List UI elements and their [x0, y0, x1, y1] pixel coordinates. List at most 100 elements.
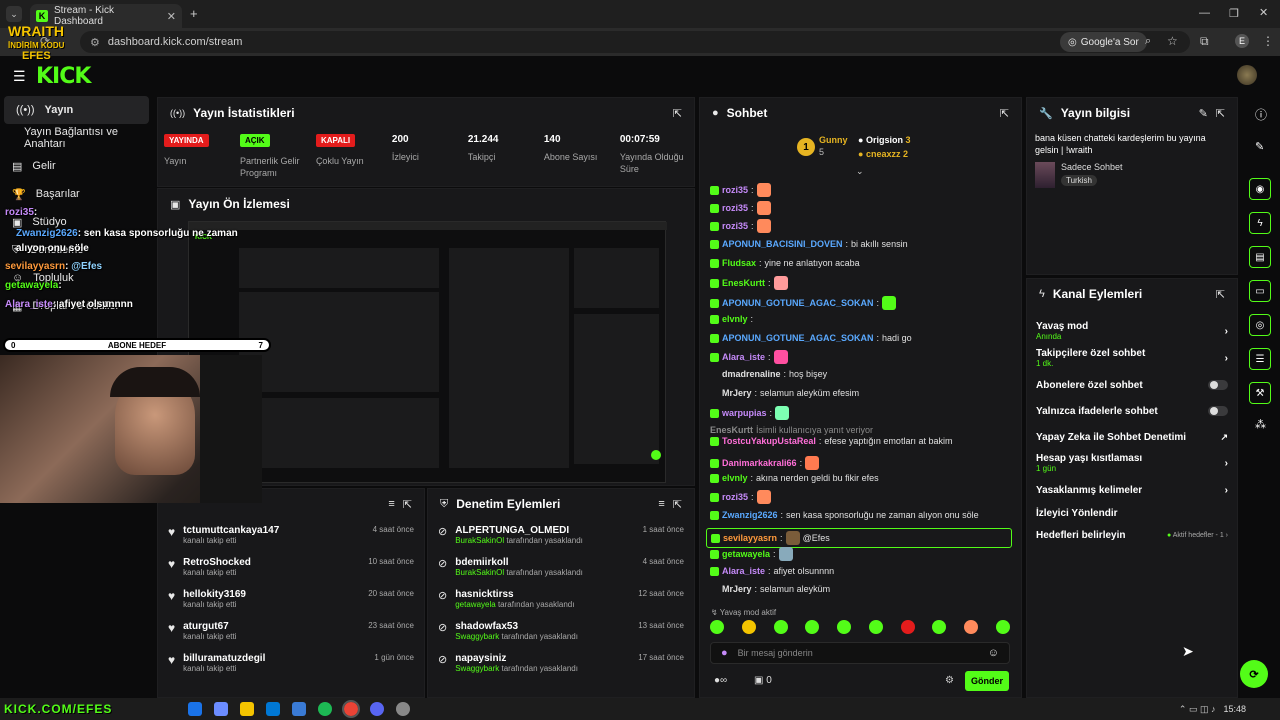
microphone-icon[interactable]: ● [721, 647, 728, 659]
bolt-icon[interactable]: ϟ [1249, 212, 1271, 234]
pencil-icon[interactable]: ✎ [1255, 140, 1264, 153]
goals-item[interactable]: Hedefleri belirleyin ● Aktif hedefler - … [1026, 528, 1238, 542]
chat-username[interactable]: Zwanzig2626 [722, 510, 778, 520]
browser-menu-icon[interactable]: ⋮ [1262, 34, 1274, 48]
chat-icon[interactable]: ▭ [1249, 280, 1271, 302]
file-explorer-icon[interactable] [240, 702, 255, 716]
top-gifter-second[interactable]: ● Origsion 3 [858, 135, 910, 145]
profile-avatar[interactable]: E [1235, 34, 1249, 48]
raid-item[interactable]: İzleyici Yönlendir [1026, 506, 1238, 520]
filter-icon[interactable]: ≡ [658, 498, 664, 510]
chrome-icon[interactable] [342, 700, 361, 718]
chat-username[interactable]: elvnly [722, 314, 748, 324]
user-avatar[interactable] [1237, 65, 1257, 85]
emote-icon[interactable] [778, 547, 793, 561]
emote-icon[interactable] [900, 620, 915, 634]
zoom-icon[interactable]: ⌕ [1145, 35, 1151, 48]
chat-username[interactable]: dmadrenaline [722, 369, 781, 379]
site-info-icon[interactable]: ⚙ [90, 36, 100, 49]
emote-icon[interactable] [741, 620, 756, 634]
follower-name[interactable]: billuramatuzdegil [183, 653, 265, 664]
new-tab-icon[interactable]: + [190, 6, 198, 21]
chat-username[interactable]: TostcuYakupUstaReal [722, 436, 816, 446]
edit-icon[interactable]: ✎ [1199, 107, 1208, 120]
filter-icon[interactable]: ≡ [388, 498, 394, 510]
outlook-icon[interactable] [266, 702, 281, 716]
banned-words-item[interactable]: Yasaklanmış kelimeler › [1026, 483, 1238, 497]
chat-username[interactable]: Fludsax [722, 258, 756, 268]
emote-icon[interactable] [882, 296, 897, 310]
popout-icon[interactable]: ⇱ [403, 498, 412, 511]
chat-username[interactable]: rozi35 [722, 185, 748, 195]
category-name[interactable]: Sadece Sohbet [1061, 162, 1123, 172]
popout-icon[interactable]: ⇱ [673, 107, 682, 120]
expand-chevron-icon[interactable]: ⌄ [856, 166, 864, 177]
settings-app-icon[interactable] [396, 702, 411, 716]
chat-username[interactable]: APONUN_BACISINI_DOVEN [722, 239, 843, 249]
emote-icon[interactable] [773, 350, 788, 364]
store-icon[interactable] [292, 702, 307, 716]
sidebar-item-yayin[interactable]: ((•)) Yayın [4, 96, 149, 124]
emote-icon[interactable] [756, 201, 771, 215]
subs-only-toggle[interactable] [1208, 380, 1228, 390]
chat-username[interactable]: MrJery [722, 388, 752, 398]
chat-settings-icon[interactable]: ⚙ [945, 675, 954, 686]
language-tag[interactable]: Turkish [1061, 175, 1097, 186]
tab-close-icon[interactable]: ✕ [167, 10, 176, 23]
emote-icon[interactable] [805, 456, 820, 470]
restore-icon[interactable]: ❐ [1229, 7, 1239, 20]
popout-icon[interactable]: ⇱ [673, 498, 682, 511]
sidebar-item-basarilar[interactable]: 🏆 Başarılar [0, 180, 155, 208]
follower-name[interactable]: aturgut67 [183, 621, 236, 632]
emote-icon[interactable] [868, 620, 883, 634]
emote-icon[interactable] [837, 620, 852, 634]
chat-username[interactable]: Alara_iste [722, 352, 765, 362]
top-gifter-first[interactable]: Gunny [819, 135, 848, 145]
broadcast-icon[interactable]: ◎ [1249, 314, 1271, 336]
chat-username[interactable]: rozi35 [722, 221, 748, 231]
emote-icon[interactable] [710, 620, 724, 634]
chat-username[interactable]: EnesKurtt [710, 425, 753, 435]
banned-user[interactable]: ALPERTUNGA_OLMEDI [455, 525, 583, 536]
emote-only-toggle[interactable] [1208, 406, 1228, 416]
chat-username[interactable]: rozi35 [722, 492, 748, 502]
emote-icon[interactable] [756, 219, 771, 233]
extensions-icon[interactable]: ⧉ [1200, 34, 1209, 49]
spotify-icon[interactable] [318, 702, 333, 716]
popout-icon[interactable]: ⇱ [1216, 107, 1225, 120]
moderator-name[interactable]: BurakSakinOl [455, 536, 504, 545]
discord-icon[interactable] [370, 702, 385, 716]
top-gifter-third[interactable]: ● cneaxzz 2 [858, 149, 908, 159]
google-ask-button[interactable]: ◎ Google'a Sor [1060, 32, 1147, 52]
chat-users-icon[interactable]: ●∞ [714, 675, 727, 686]
emote-icon[interactable] [756, 490, 771, 504]
info-icon[interactable]: ⓘ [1255, 106, 1267, 123]
follower-name[interactable]: RetroShocked [183, 557, 251, 568]
chat-input[interactable]: ● Bir mesaj gönderin ☺ [710, 642, 1010, 664]
url-field[interactable]: ⚙ dashboard.kick.com/stream [80, 31, 1190, 53]
chat-username[interactable]: EnesKurtt [722, 278, 765, 288]
banned-user[interactable]: hasnicktirss [455, 589, 574, 600]
tab-search-icon[interactable]: ⌄ [6, 6, 22, 22]
moderator-name[interactable]: Swaggybark [455, 632, 499, 641]
ai-moderation-item[interactable]: Yapay Zeka ile Sohbet Denetimi ↗ [1026, 430, 1238, 444]
sidebar-item-stream-key[interactable]: Yayın Bağlantısı ve Anahtarı [0, 124, 155, 152]
chat-username[interactable]: warpupias [722, 408, 767, 418]
chat-username[interactable]: rozi35 [722, 203, 748, 213]
followers-only-item[interactable]: Takipçilere özel sohbet 1 dk. › [1026, 347, 1238, 369]
chat-points[interactable]: ▣ 0 [754, 675, 772, 686]
chat-username[interactable]: elvnly [722, 473, 748, 483]
slow-mode-item[interactable]: Yavaş mod Anında › [1026, 320, 1238, 342]
follower-name[interactable]: tctumuttcankaya147 [183, 525, 279, 536]
minimize-icon[interactable]: — [1199, 7, 1210, 19]
chat-username[interactable]: getawayela [722, 549, 770, 559]
tray-icons[interactable]: ⌃ ▭ ◫ ♪ [1179, 704, 1216, 715]
emote-icon[interactable] [775, 406, 790, 420]
emote-icon[interactable] [773, 276, 788, 290]
moderator-name[interactable]: Swaggybark [455, 664, 499, 673]
copilot-icon[interactable] [214, 702, 229, 716]
hamburger-menu-icon[interactable]: ☰ [13, 68, 26, 85]
moderator-name[interactable]: BurakSakinOl [455, 568, 504, 577]
banned-user[interactable]: napaysiniz [455, 653, 578, 664]
list-icon[interactable]: ☰ [1249, 348, 1271, 370]
